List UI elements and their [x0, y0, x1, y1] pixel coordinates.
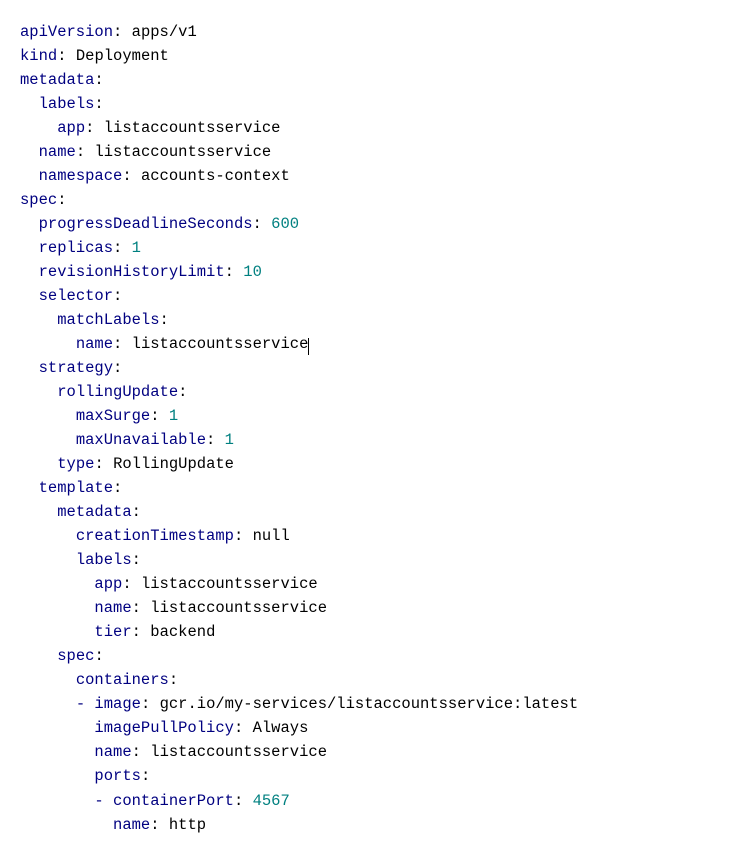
yaml-value: 1 [132, 239, 141, 257]
yaml-key: containerPort [113, 792, 234, 810]
yaml-key: spec [20, 191, 57, 209]
code-line: creationTimestamp: null [20, 524, 723, 548]
yaml-value: 10 [243, 263, 262, 281]
code-line: name: listaccountsservice [20, 740, 723, 764]
code-line: apiVersion: apps/v1 [20, 20, 723, 44]
code-line: namespace: accounts-context [20, 164, 723, 188]
code-line: matchLabels: [20, 308, 723, 332]
yaml-key: selector [39, 287, 113, 305]
yaml-key: metadata [20, 71, 94, 89]
code-line: tier: backend [20, 620, 723, 644]
yaml-key: name [113, 816, 150, 834]
yaml-key: name [39, 143, 76, 161]
yaml-value: 1 [225, 431, 234, 449]
code-line: selector: [20, 284, 723, 308]
code-line: name: listaccountsservice [20, 140, 723, 164]
code-line: rollingUpdate: [20, 380, 723, 404]
yaml-key: image [94, 695, 141, 713]
code-line: spec: [20, 188, 723, 212]
yaml-value: listaccountsservice [141, 575, 318, 593]
code-line: app: listaccountsservice [20, 572, 723, 596]
code-line: labels: [20, 92, 723, 116]
code-line: spec: [20, 644, 723, 668]
code-line: name: listaccountsservice [20, 332, 723, 356]
code-line: name: listaccountsservice [20, 596, 723, 620]
yaml-key: rollingUpdate [57, 383, 178, 401]
yaml-value: 600 [271, 215, 299, 233]
yaml-key: strategy [39, 359, 113, 377]
yaml-key: namespace [39, 167, 123, 185]
yaml-value: RollingUpdate [113, 455, 234, 473]
yaml-value: listaccountsservice [94, 143, 271, 161]
yaml-key: imagePullPolicy [94, 719, 234, 737]
yaml-value: listaccountsservice [104, 119, 281, 137]
code-line: imagePullPolicy: Always [20, 716, 723, 740]
code-line: strategy: [20, 356, 723, 380]
yaml-value: listaccountsservice [132, 335, 309, 353]
text-cursor [308, 338, 309, 355]
yaml-value: Always [253, 719, 309, 737]
code-line: progressDeadlineSeconds: 600 [20, 212, 723, 236]
yaml-code-block: apiVersion: apps/v1kind: Deploymentmetad… [20, 20, 723, 837]
yaml-value: 4567 [253, 792, 290, 810]
code-line: revisionHistoryLimit: 10 [20, 260, 723, 284]
yaml-key: labels [39, 95, 95, 113]
yaml-key: tier [94, 623, 131, 641]
yaml-key: containers [76, 671, 169, 689]
yaml-value: Deployment [76, 47, 169, 65]
yaml-key: name [76, 335, 113, 353]
code-line: template: [20, 476, 723, 500]
yaml-key: metadata [57, 503, 131, 521]
yaml-key: matchLabels [57, 311, 159, 329]
yaml-value: backend [150, 623, 215, 641]
code-line: maxUnavailable: 1 [20, 428, 723, 452]
code-line: labels: [20, 548, 723, 572]
yaml-key: name [94, 599, 131, 617]
code-line: containers: [20, 668, 723, 692]
code-line: metadata: [20, 500, 723, 524]
code-line: - image: gcr.io/my-services/listaccounts… [20, 692, 723, 716]
yaml-key: labels [76, 551, 132, 569]
code-line: name: http [20, 813, 723, 837]
yaml-key: spec [57, 647, 94, 665]
yaml-key: creationTimestamp [76, 527, 234, 545]
code-line: - containerPort: 4567 [20, 789, 723, 813]
yaml-value: listaccountsservice [150, 599, 327, 617]
yaml-value: null [253, 527, 290, 545]
code-line: metadata: [20, 68, 723, 92]
yaml-value: http [169, 816, 206, 834]
yaml-value: gcr.io/my-services/listaccountsservice:l… [160, 695, 579, 713]
yaml-key: replicas [39, 239, 113, 257]
yaml-value: 1 [169, 407, 178, 425]
yaml-key: app [57, 119, 85, 137]
yaml-key: maxSurge [76, 407, 150, 425]
code-line: kind: Deployment [20, 44, 723, 68]
code-line: ports: [20, 764, 723, 788]
yaml-key: apiVersion [20, 23, 113, 41]
yaml-key: maxUnavailable [76, 431, 206, 449]
yaml-value: apps/v1 [132, 23, 197, 41]
code-line: type: RollingUpdate [20, 452, 723, 476]
yaml-key: app [94, 575, 122, 593]
yaml-key: type [57, 455, 94, 473]
yaml-key: progressDeadlineSeconds [39, 215, 253, 233]
code-line: maxSurge: 1 [20, 404, 723, 428]
yaml-key: ports [94, 767, 141, 785]
yaml-value: listaccountsservice [150, 743, 327, 761]
yaml-value: accounts-context [141, 167, 290, 185]
yaml-key: kind [20, 47, 57, 65]
yaml-key: template [39, 479, 113, 497]
code-line: app: listaccountsservice [20, 116, 723, 140]
yaml-key: revisionHistoryLimit [39, 263, 225, 281]
code-line: replicas: 1 [20, 236, 723, 260]
yaml-key: name [94, 743, 131, 761]
